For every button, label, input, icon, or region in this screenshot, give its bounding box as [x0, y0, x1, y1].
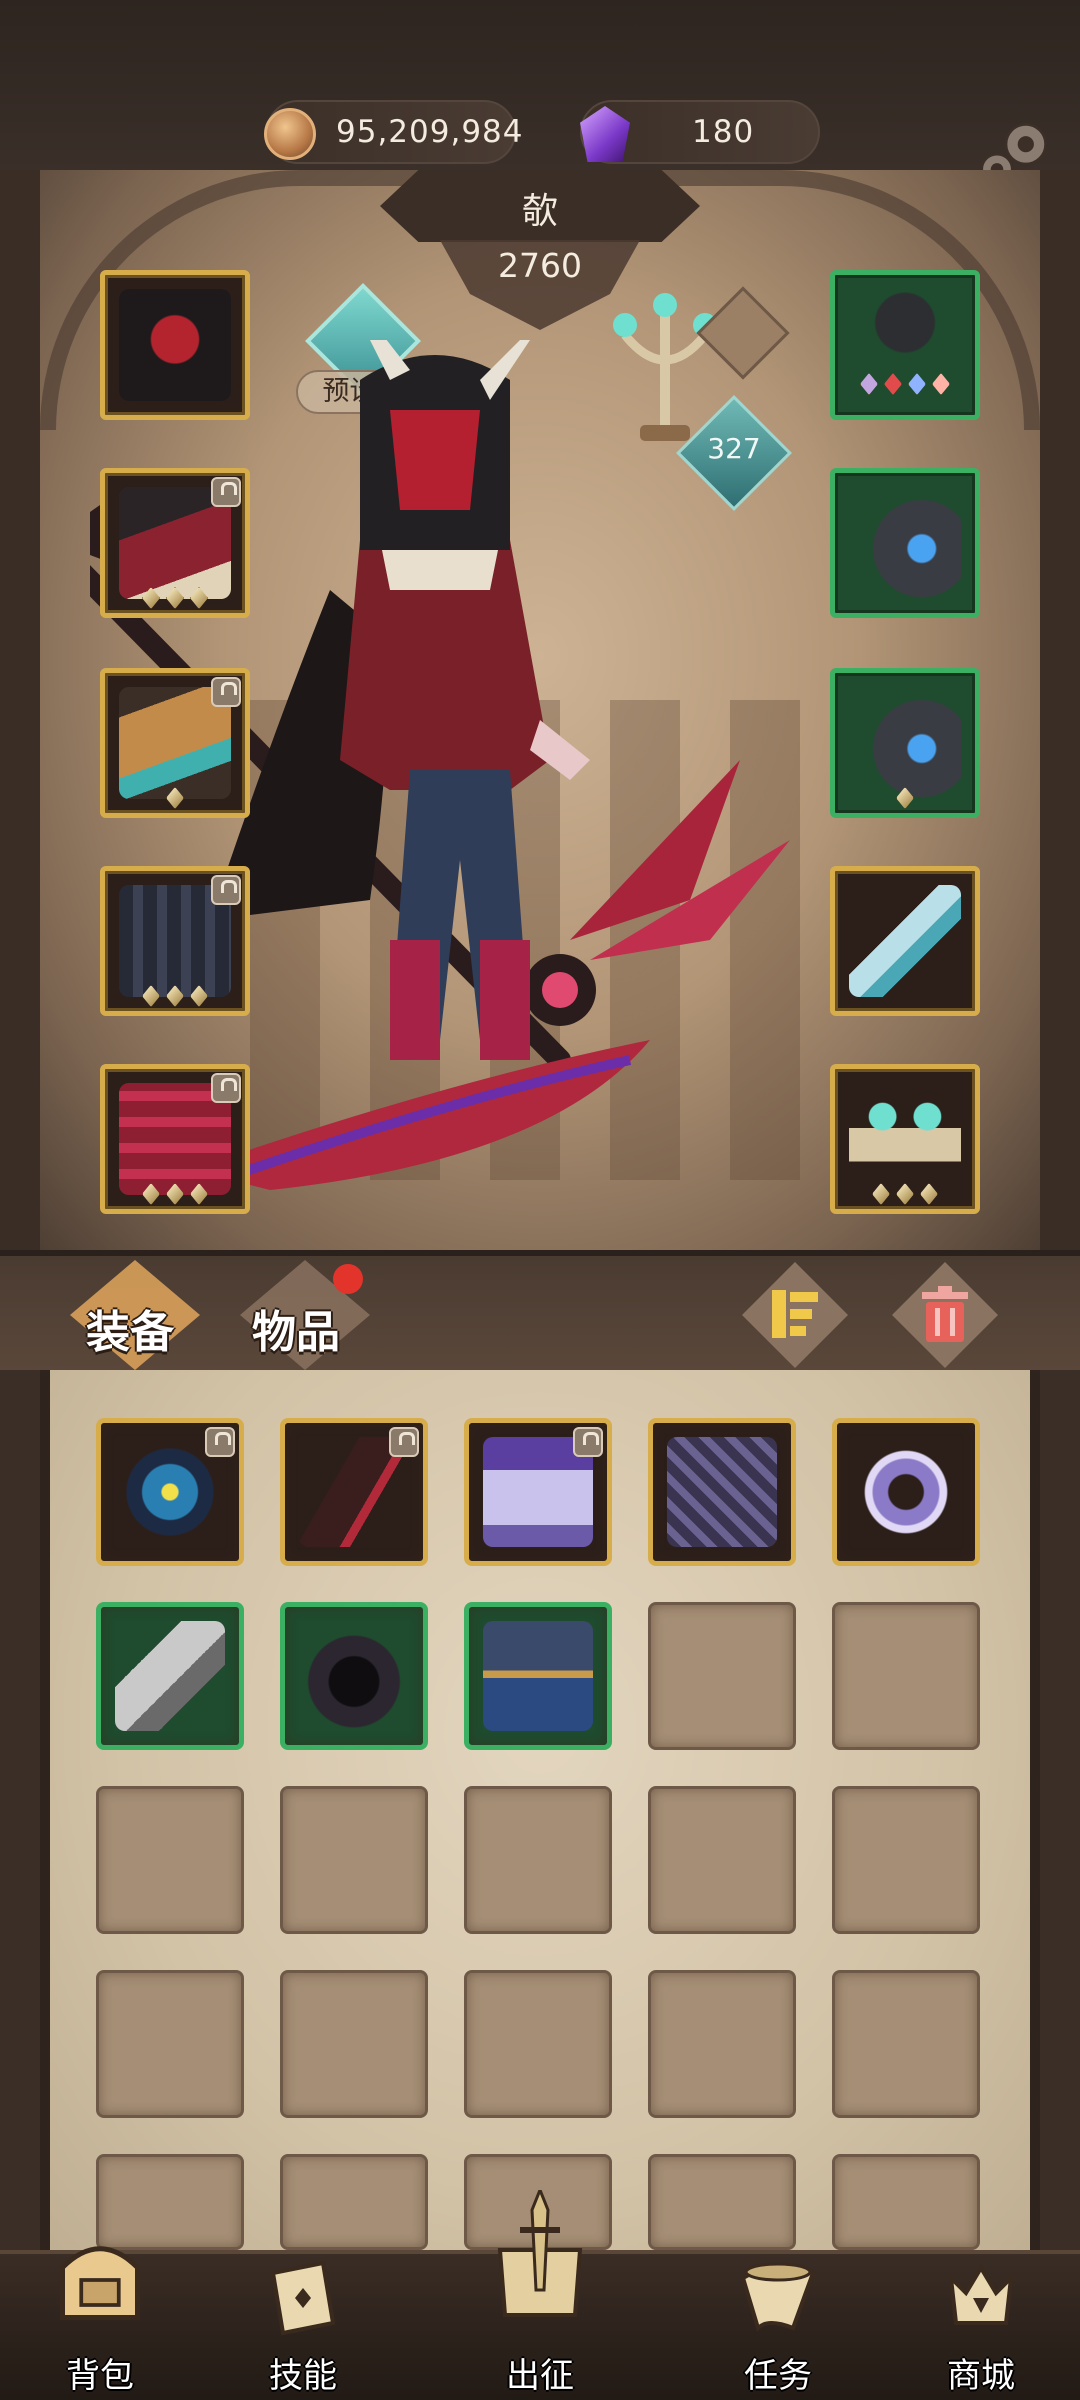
tab-items[interactable]: 物品: [252, 1296, 340, 1360]
lock-icon: [205, 1427, 235, 1457]
gem-sockets: [872, 1183, 938, 1205]
tab-equipment[interactable]: 装备: [86, 1296, 174, 1360]
eye-ring-icon: [849, 687, 961, 799]
inventory-slot-empty[interactable]: [96, 1970, 244, 2118]
inventory-slot-empty[interactable]: [648, 1970, 796, 2118]
inventory-slot-empty[interactable]: [832, 2154, 980, 2250]
inventory-slot-empty[interactable]: [832, 1786, 980, 1934]
ice-scythe-icon: [849, 885, 961, 997]
spiked-mace-icon: [115, 1621, 225, 1731]
inventory-slot-3[interactable]: [464, 1418, 612, 1566]
equip-slot-left-3[interactable]: [100, 668, 250, 818]
notification-dot: [333, 1264, 363, 1294]
lock-icon: [211, 477, 241, 507]
equip-slot-right-2[interactable]: [830, 468, 980, 618]
inventory-slot-1[interactable]: [96, 1418, 244, 1566]
black-hood-icon: [299, 1621, 409, 1731]
equip-slot-right-4[interactable]: [830, 866, 980, 1016]
gem-sockets: [860, 373, 950, 395]
inventory-slot-empty[interactable]: [648, 1786, 796, 1934]
inventory-slot-empty[interactable]: [96, 1786, 244, 1934]
eye-ring-icon: [849, 487, 961, 599]
blue-robe-icon: [483, 1621, 593, 1731]
gold-currency[interactable]: 95,209,984: [264, 100, 523, 164]
lock-icon: [211, 677, 241, 707]
inventory-slot-7[interactable]: [280, 1602, 428, 1750]
nav-label-shop: 商城: [947, 2356, 1015, 2396]
nav-shop[interactable]: 商城: [906, 2250, 1056, 2400]
inventory-slot-empty[interactable]: [280, 1970, 428, 2118]
lock-icon: [211, 875, 241, 905]
equip-slot-right-5[interactable]: [830, 1064, 980, 1214]
inventory-slot-empty[interactable]: [648, 1602, 796, 1750]
top-status-bar: [0, 0, 1080, 170]
nav-skills[interactable]: 技能: [228, 2250, 378, 2400]
crossed-swords-map-icon: [497, 2190, 583, 2317]
hero-name: 欹: [521, 191, 558, 232]
skill-book-icon: [270, 2260, 336, 2336]
inventory-slot-empty[interactable]: [832, 1602, 980, 1750]
inventory-slot-5[interactable]: [832, 1418, 980, 1566]
lock-icon: [389, 1427, 419, 1457]
inventory-slot-6[interactable]: [96, 1602, 244, 1750]
inventory-slot-empty[interactable]: [648, 2154, 796, 2250]
nav-label-quests: 任务: [744, 2356, 812, 2396]
inventory-slot-empty[interactable]: [280, 1786, 428, 1934]
inventory-slot-8[interactable]: [464, 1602, 612, 1750]
scroll-horn-icon: [740, 2262, 816, 2332]
nav-label-expedition: 出征: [506, 2356, 574, 2396]
trash-icon: [922, 1286, 968, 1342]
inventory-slot-2[interactable]: [280, 1418, 428, 1566]
hood-helmet-icon: [119, 289, 231, 401]
inventory-slot-empty[interactable]: [832, 1970, 980, 2118]
gem-sockets: [142, 985, 208, 1007]
nav-backpack[interactable]: 背包: [25, 2246, 175, 2400]
inventory-slot-4[interactable]: [648, 1418, 796, 1566]
equip-slot-left-4[interactable]: [100, 866, 250, 1016]
equip-slot-left-5[interactable]: [100, 1064, 250, 1214]
nav-quests[interactable]: 任务: [703, 2250, 853, 2400]
equip-slot-right-3[interactable]: [830, 668, 980, 818]
shop-crown-icon: [948, 2264, 1014, 2325]
gem-sockets: [166, 787, 184, 809]
coin-icon: [264, 108, 316, 160]
backpack-icon: [60, 2246, 140, 2320]
nav-label-backpack: 背包: [66, 2356, 134, 2396]
sort-icon: [772, 1290, 818, 1338]
inventory-slot-empty[interactable]: [464, 1786, 612, 1934]
lock-icon: [573, 1427, 603, 1457]
inventory-slot-empty[interactable]: [464, 1970, 612, 2118]
equip-slot-right-1[interactable]: [830, 270, 980, 420]
nav-label-skills: 技能: [269, 2356, 337, 2396]
gem-sockets: [896, 787, 914, 809]
gem-sockets: [142, 1183, 208, 1205]
gem-currency[interactable]: 180: [580, 100, 820, 164]
equip-slot-left-2[interactable]: [100, 468, 250, 618]
gem-sockets: [142, 587, 208, 609]
purple-crystal-icon: [580, 106, 630, 162]
thorn-gauntlet-icon: [667, 1437, 777, 1547]
gold-amount: 95,209,984: [336, 114, 524, 150]
candelabra-relic-icon: [849, 1083, 961, 1195]
gem-amount: 180: [692, 114, 755, 150]
lock-icon: [211, 1073, 241, 1103]
nav-expedition[interactable]: 出征: [465, 2190, 615, 2400]
inventory-slot-empty[interactable]: [280, 2154, 428, 2250]
equip-slot-left-1[interactable]: [100, 270, 250, 420]
rune-ring-icon: [851, 1437, 961, 1547]
